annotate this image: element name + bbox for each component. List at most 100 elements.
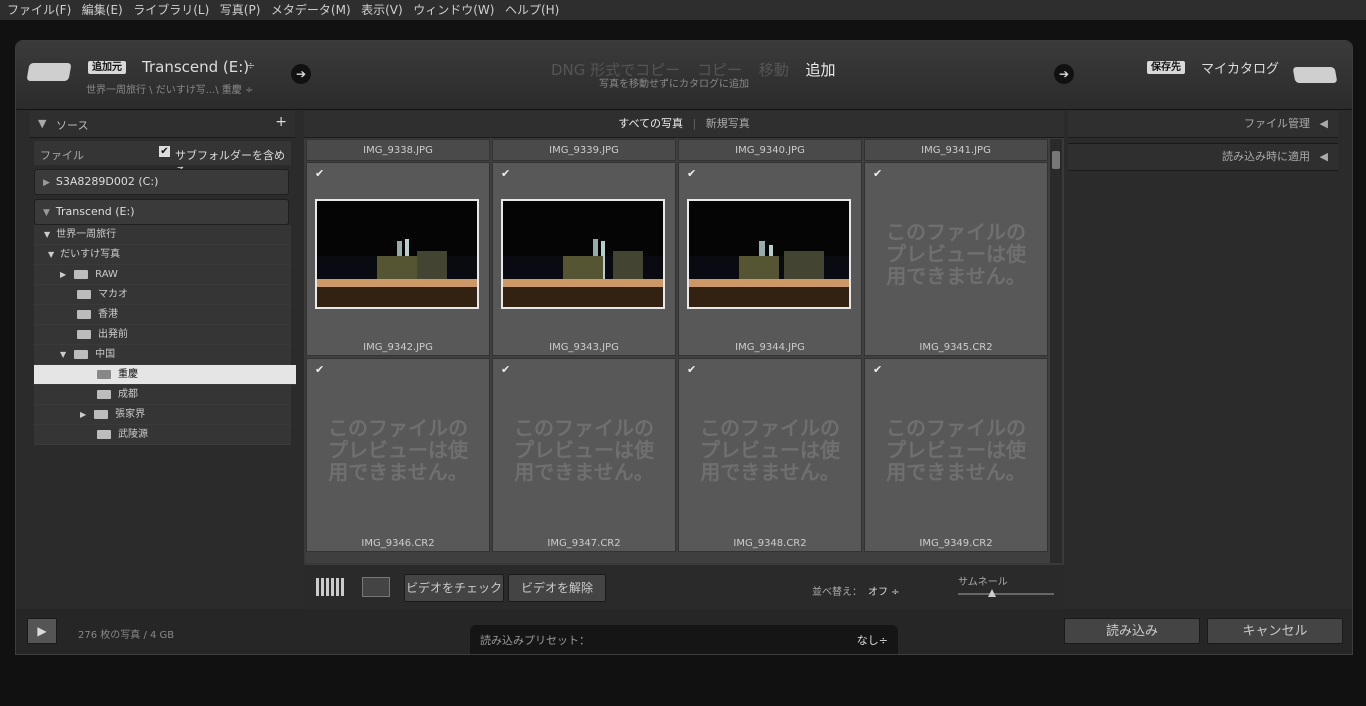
import-preset-label: 読み込みプリセット： <box>480 634 590 647</box>
grid-cell-label: IMG_9340.JPG <box>678 139 862 161</box>
file-handling-title: ファイル管理 <box>1244 117 1311 130</box>
tab-new-photos[interactable]: 新規写真 <box>706 117 750 130</box>
source-panel-header[interactable]: ▼ ソース + <box>30 111 295 138</box>
sort-label: 並べ替え： <box>812 587 862 598</box>
file-handling-header[interactable]: ファイル管理 ◀ <box>1068 111 1338 138</box>
tree-wulingyuan[interactable]: 武陵源 <box>34 425 291 445</box>
tree-hongkong[interactable]: 香港 <box>34 305 291 325</box>
menu-help[interactable]: ヘルプ(H) <box>498 0 559 20</box>
menu-window[interactable]: ウィンドウ(W) <box>406 0 494 20</box>
triangle-right-icon: ▶ <box>43 178 50 188</box>
play-icon[interactable]: ▶ <box>27 618 57 644</box>
photo-checkbox[interactable]: ✔ <box>315 364 327 376</box>
photo-checkbox[interactable]: ✔ <box>687 364 699 376</box>
photo-filename: IMG_9348.CR2 <box>733 538 807 549</box>
photo-cell[interactable]: ✔ IMG_9343.JPG <box>492 162 676 356</box>
photo-filename: IMG_9345.CR2 <box>919 342 993 353</box>
source-drive[interactable]: Transcend (E:) <box>142 58 249 76</box>
import-preset[interactable]: 読み込みプリセット： なし÷ <box>470 625 898 654</box>
photo-thumbnail[interactable] <box>687 199 851 309</box>
triangle-left-icon: ◀ <box>1319 117 1328 130</box>
photo-cell[interactable]: ✔ このファイルのプレビューは使用できません。 IMG_9346.CR2 <box>306 358 490 552</box>
photo-filename: IMG_9349.CR2 <box>919 538 993 549</box>
chevron-updown-icon[interactable]: ÷ <box>246 59 255 72</box>
tree-china[interactable]: ▼ 中国 <box>34 345 291 365</box>
menu-bar: ファイル(F) 編集(E) ライブラリ(L) 写真(P) メタデータ(M) 表示… <box>0 0 1366 20</box>
no-preview-text: このファイルのプレビューは使用できません。 <box>328 416 468 484</box>
no-preview-text: このファイルのプレビューは使用できません。 <box>886 220 1026 288</box>
photo-checkbox[interactable]: ✔ <box>315 168 327 180</box>
add-source-icon[interactable]: + <box>275 114 287 130</box>
no-preview-text: このファイルのプレビューは使用できません。 <box>886 416 1026 484</box>
triangle-down-icon: ▼ <box>38 117 47 130</box>
grid-toolbar: ビデオをチェック ビデオを解除 並べ替え： オフ ÷ サムネール <box>304 565 1064 610</box>
tree-daisuke-photos[interactable]: ▼ だいすけ写真 <box>34 245 291 265</box>
check-video-button[interactable]: ビデオをチェック <box>404 574 504 602</box>
import-topbar: 追加元 Transcend (E:) ÷ 世界一周旅行 \ だいすけ写...\ … <box>16 41 1352 110</box>
triangle-left-icon: ◀ <box>1319 150 1328 163</box>
mode-move[interactable]: 移動 <box>759 61 789 79</box>
right-panel: ファイル管理 ◀ 読み込み時に適用 ◀ <box>1068 111 1338 610</box>
grid-view-icon[interactable] <box>316 578 344 596</box>
photo-grid: IMG_9338.JPG IMG_9339.JPG IMG_9340.JPG I… <box>306 139 1050 563</box>
photo-checkbox[interactable]: ✔ <box>501 364 513 376</box>
grid-scrollbar[interactable] <box>1050 139 1062 563</box>
photo-checkbox[interactable]: ✔ <box>501 168 513 180</box>
photo-cell[interactable]: ✔ IMG_9344.JPG <box>678 162 862 356</box>
arrow-right-icon: ➔ <box>1054 64 1074 84</box>
slider-handle-icon[interactable] <box>988 589 996 597</box>
file-row: ファイル ✔ サブフォルダーを含める <box>34 141 291 178</box>
tree-zhangjiajie[interactable]: ▶ 張家界 <box>34 405 291 425</box>
menu-photo[interactable]: 写真(P) <box>213 0 261 20</box>
source-panel: ▼ ソース + ファイル ✔ サブフォルダーを含める ▶S3A8289D002 … <box>30 111 296 610</box>
tree-chengdu[interactable]: 成都 <box>34 385 291 405</box>
menu-metadata[interactable]: メタデータ(M) <box>264 0 351 20</box>
tab-all-photos[interactable]: すべての写真 <box>618 117 683 130</box>
drive-e[interactable]: ▼ Transcend (E:) <box>34 199 289 225</box>
thumbnail-size-slider[interactable] <box>958 593 1054 595</box>
photo-grid-panel: すべての写真 | 新規写真 IMG_9338.JPG IMG_9339.JPG … <box>304 111 1064 610</box>
loupe-view-icon[interactable] <box>362 577 390 597</box>
photo-cell[interactable]: ✔ このファイルのプレビューは使用できません。 IMG_9345.CR2 <box>864 162 1048 356</box>
menu-view[interactable]: 表示(V) <box>354 0 403 20</box>
source-title: ソース <box>56 119 89 132</box>
tree-macau[interactable]: マカオ <box>34 285 291 305</box>
menu-file[interactable]: ファイル(F) <box>0 0 71 20</box>
photo-thumbnail[interactable] <box>315 199 479 309</box>
import-button[interactable]: 読み込み <box>1064 618 1200 644</box>
photo-cell[interactable]: ✔ このファイルのプレビューは使用できません。 IMG_9348.CR2 <box>678 358 862 552</box>
grid-cell-label: IMG_9339.JPG <box>492 139 676 161</box>
photo-cell[interactable]: ✔ このファイルのプレビューは使用できません。 IMG_9349.CR2 <box>864 358 1048 552</box>
arrow-right-icon: ➔ <box>291 64 311 84</box>
dest-name[interactable]: マイカタログ <box>1201 58 1279 77</box>
tree-world-trip[interactable]: ▼ 世界一周旅行 <box>34 225 291 245</box>
uncheck-video-button[interactable]: ビデオを解除 <box>508 574 606 602</box>
catalog-drive-icon <box>1292 67 1338 83</box>
apply-during-import-header[interactable]: 読み込み時に適用 ◀ <box>1068 143 1338 171</box>
tree-chongqing[interactable]: 重慶 <box>34 365 296 385</box>
source-path[interactable]: 世界一周旅行 \ だいすけ写...\ 重慶 ÷ <box>86 81 253 96</box>
cancel-button[interactable]: キャンセル <box>1207 618 1343 644</box>
photo-cell[interactable]: ✔ このファイルのプレビューは使用できません。 IMG_9347.CR2 <box>492 358 676 552</box>
sort-select[interactable]: オフ ÷ <box>868 583 900 598</box>
source-badge: 追加元 <box>88 61 126 74</box>
menu-edit[interactable]: 編集(E) <box>75 0 123 20</box>
tree-raw[interactable]: ▶ RAW <box>34 265 291 285</box>
no-preview-text: このファイルのプレビューは使用できません。 <box>700 416 840 484</box>
import-preset-select[interactable]: なし÷ <box>857 632 888 648</box>
menu-library[interactable]: ライブラリ(L) <box>126 0 209 20</box>
mode-add[interactable]: 追加 <box>806 61 836 79</box>
photo-filename: IMG_9342.JPG <box>363 342 433 353</box>
photo-checkbox[interactable]: ✔ <box>687 168 699 180</box>
photo-thumbnail[interactable] <box>501 199 665 309</box>
photo-cell[interactable]: ✔ IMG_9342.JPG <box>306 162 490 356</box>
photo-count: 276 枚の写真 / 4 GB <box>78 630 175 641</box>
tree-before-departure[interactable]: 出発前 <box>34 325 291 345</box>
triangle-down-icon: ▼ <box>43 208 50 218</box>
photo-checkbox[interactable]: ✔ <box>873 364 885 376</box>
subfolder-checkbox[interactable]: ✔ <box>159 146 170 157</box>
photo-filename: IMG_9346.CR2 <box>361 538 435 549</box>
scrollbar-thumb[interactable] <box>1052 151 1060 169</box>
drive-c[interactable]: ▶ S3A8289D002 (C:) <box>34 169 289 195</box>
photo-checkbox[interactable]: ✔ <box>873 168 885 180</box>
